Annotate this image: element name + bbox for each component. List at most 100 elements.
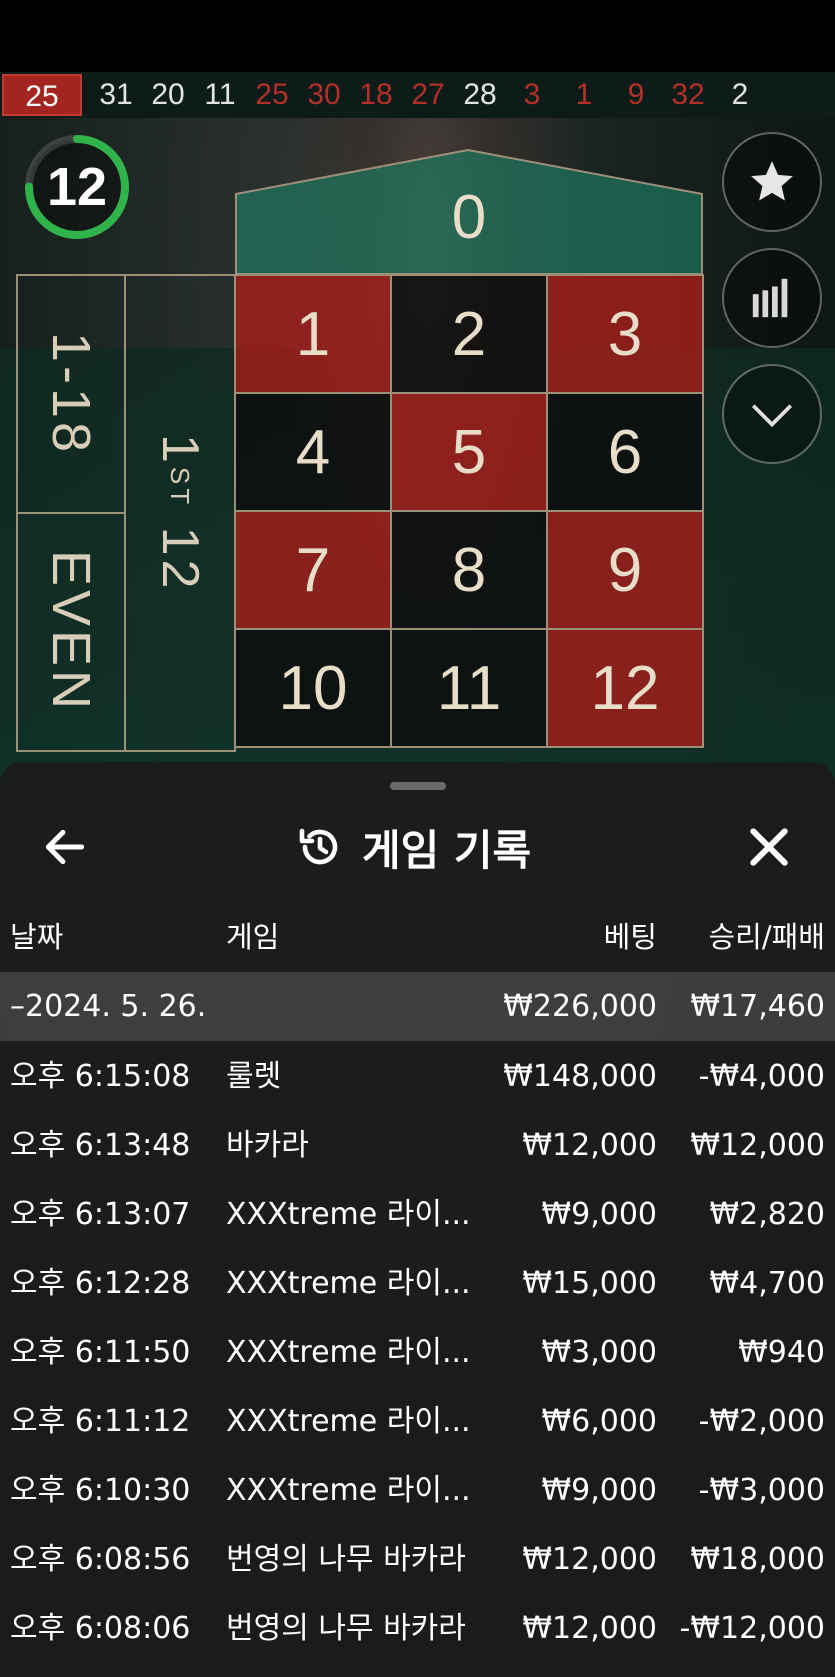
history-row[interactable]: 오후 6:15:08 룰렛 ₩148,000 -₩4,000	[0, 1042, 835, 1111]
row-game: 번영의 나무 바카라	[226, 1611, 466, 1646]
star-icon	[751, 161, 793, 201]
sheet-header: 게임 기록	[0, 802, 835, 892]
game-history-sheet: 게임 기록 날짜 게임 베팅 승리/패배 –2024. 5. 26. ₩226,…	[0, 762, 835, 1677]
history-result-number: 3	[523, 78, 541, 111]
column-header-bet: 베팅	[603, 920, 657, 954]
history-row[interactable]: 오후 6:13:48 바카라 ₩12,000 ₩12,000	[0, 1111, 835, 1180]
row-result: -₩2,000	[698, 1404, 825, 1439]
column-header-result: 승리/패배	[708, 920, 826, 954]
history-result-number: 30	[307, 78, 341, 111]
row-bet: ₩148,000	[503, 1059, 657, 1094]
column-header-date: 날짜	[10, 920, 64, 954]
history-result-number: 20	[151, 78, 185, 111]
row-bet: ₩12,000	[522, 1542, 657, 1577]
history-result-number: 32	[671, 78, 705, 111]
number-cell[interactable]: 10	[234, 628, 392, 748]
number-cell[interactable]: 6	[546, 392, 704, 512]
history-result-number: 11	[204, 78, 236, 111]
date-group-result: ₩17,460	[690, 989, 825, 1024]
history-row[interactable]: 오후 6:10:30 XXXtreme 라이... ₩9,000 -₩3,000	[0, 1456, 835, 1525]
history-result-number: 9	[627, 78, 645, 111]
history-row[interactable]: 오후 6:11:50 XXXtreme 라이... ₩3,000 ₩940	[0, 1318, 835, 1387]
row-bet: ₩3,000	[541, 1335, 657, 1370]
close-icon	[750, 828, 788, 866]
row-bet: ₩9,000	[541, 1197, 657, 1232]
row-bet: ₩9,000	[541, 1473, 657, 1508]
row-result: -₩3,000	[698, 1473, 825, 1508]
dozen-label-main: 1	[151, 433, 209, 467]
history-icon	[299, 828, 338, 865]
history-row[interactable]: 오후 6:08:06 번영의 나무 바카라 ₩12,000 -₩12,000	[0, 1594, 835, 1663]
chevron-down-icon	[751, 404, 793, 428]
bet-even-label: EVEN	[41, 550, 101, 714]
number-cell[interactable]: 1	[234, 274, 392, 394]
row-game: XXXtreme 라이...	[226, 1404, 471, 1439]
row-time: 오후 6:13:48	[10, 1128, 191, 1163]
timer-value: 12	[46, 157, 108, 217]
number-cell[interactable]: 12	[546, 628, 704, 748]
status-bar	[0, 0, 835, 72]
bet-1st-dozen[interactable]: 1ST 12	[124, 274, 236, 752]
row-time: 오후 6:11:12	[10, 1404, 191, 1439]
row-game: XXXtreme 라이...	[226, 1266, 471, 1301]
row-result: -₩12,000	[679, 1611, 825, 1646]
row-time: 오후 6:11:50	[10, 1335, 191, 1370]
row-result: ₩940	[738, 1335, 825, 1370]
row-result: ₩4,700	[709, 1266, 825, 1301]
history-row[interactable]: 오후 6:08:56 번영의 나무 바카라 ₩12,000 ₩18,000	[0, 1525, 835, 1594]
countdown-timer: 12	[22, 132, 132, 242]
arrow-left-icon	[45, 829, 85, 865]
number-cell[interactable]: 8	[390, 510, 548, 630]
row-bet: ₩6,000	[541, 1404, 657, 1439]
history-result-number: 28	[463, 78, 497, 111]
row-game: XXXtreme 라이...	[226, 1473, 471, 1508]
bar-chart-icon	[752, 278, 788, 318]
row-result: -₩4,000	[698, 1059, 825, 1094]
row-game: 번영의 나무 바카라	[226, 1542, 466, 1577]
row-time: 오후 6:15:08	[10, 1059, 191, 1094]
history-result-number: 25	[2, 74, 82, 116]
dozen-label: 1ST 12	[150, 434, 210, 592]
history-result-number: 1	[575, 78, 593, 111]
history-result-number: 18	[359, 78, 393, 111]
history-row[interactable]: 오후 6:12:28 XXXtreme 라이... ₩15,000 ₩4,700	[0, 1249, 835, 1318]
dozen-label-num: 12	[151, 526, 209, 593]
number-cell[interactable]: 4	[234, 392, 392, 512]
date-group-label: –2024. 5. 26.	[10, 989, 207, 1024]
row-game: XXXtreme 라이...	[226, 1335, 471, 1370]
number-cell[interactable]: 11	[390, 628, 548, 748]
row-bet: ₩15,000	[522, 1266, 657, 1301]
dozen-label-sup: ST	[165, 466, 195, 508]
row-time: 오후 6:08:56	[10, 1542, 191, 1577]
bet-1-18[interactable]: 1-18	[16, 274, 126, 514]
row-time: 오후 6:10:30	[10, 1473, 191, 1508]
sheet-drag-handle[interactable]	[390, 782, 446, 790]
history-row[interactable]: 오후 6:11:12 XXXtreme 라이... ₩6,000 -₩2,000	[0, 1387, 835, 1456]
row-time: 오후 6:12:28	[10, 1266, 191, 1301]
favorites-button[interactable]	[722, 132, 822, 232]
row-game: 룰렛	[226, 1059, 282, 1094]
date-group-row[interactable]: –2024. 5. 26. ₩226,000 ₩17,460	[0, 972, 835, 1041]
number-cell[interactable]: 5	[390, 392, 548, 512]
number-cell[interactable]: 9	[546, 510, 704, 630]
result-history-strip: 25 31 20 11 25 30 18 27 28 3 1 9 32 2	[0, 72, 835, 118]
close-button[interactable]	[742, 820, 796, 874]
history-result-number: 25	[255, 78, 289, 111]
row-game: XXXtreme 라이...	[226, 1197, 471, 1232]
row-result: ₩12,000	[690, 1128, 825, 1163]
back-button[interactable]	[40, 822, 90, 872]
number-cell[interactable]: 3	[546, 274, 704, 394]
statistics-button[interactable]	[722, 248, 822, 348]
history-result-number: 31	[99, 78, 133, 111]
number-cell[interactable]: 7	[234, 510, 392, 630]
date-group-bet: ₩226,000	[503, 989, 657, 1024]
zero-label: 0	[451, 183, 487, 252]
bet-even[interactable]: EVEN	[16, 512, 126, 752]
row-bet: ₩12,000	[522, 1611, 657, 1646]
number-cell[interactable]: 2	[390, 274, 548, 394]
sheet-title: 게임 기록	[362, 825, 532, 875]
row-time: 오후 6:08:06	[10, 1611, 191, 1646]
history-row[interactable]: 오후 6:13:07 XXXtreme 라이... ₩9,000 ₩2,820	[0, 1180, 835, 1249]
column-header-game: 게임	[226, 920, 280, 954]
collapse-button[interactable]	[722, 364, 822, 464]
